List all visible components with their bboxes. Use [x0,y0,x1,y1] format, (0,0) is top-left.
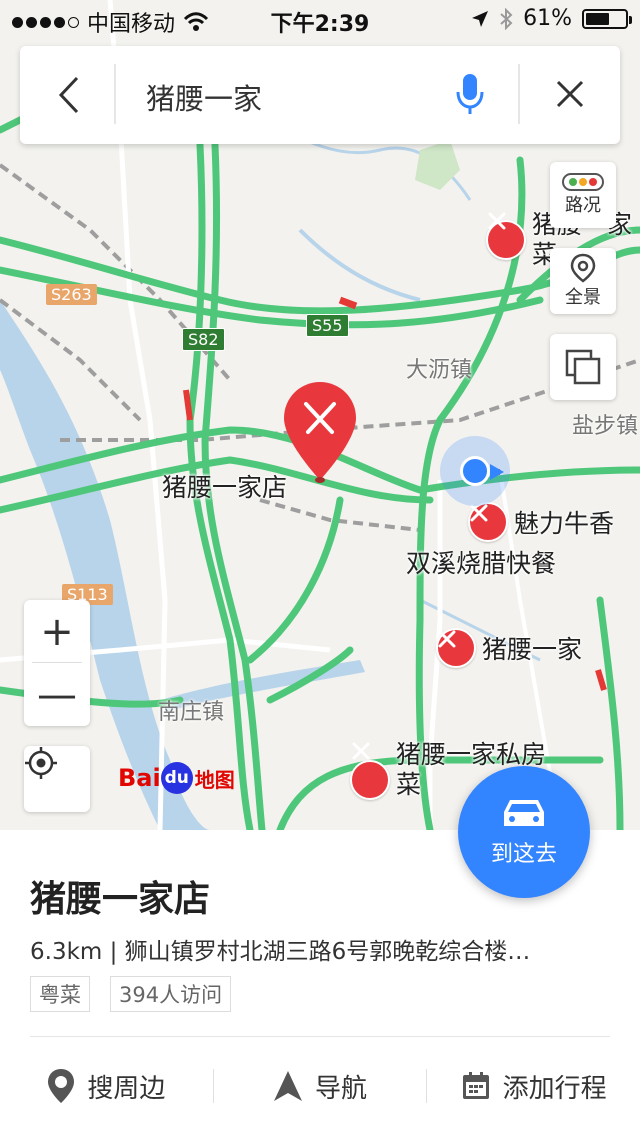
add-itinerary-button[interactable]: 添加行程 [427,1068,640,1105]
map-pin-icon [284,382,356,483]
navigation-label: 导航 [315,1073,368,1104]
traffic-label: 路况 [565,195,601,216]
poi-marker[interactable]: 魅力牛香 [468,502,614,542]
status-bar: 中国移动 下午2:39 61% [0,0,640,40]
search-nearby-label: 搜周边 [87,1073,166,1104]
traffic-light-icon [562,173,604,191]
bluetooth-icon [500,7,513,30]
map-label-nanzhuang: 南庄镇 [158,700,225,725]
action-bar: 搜周边 导航 添加行程 [0,1038,640,1134]
layers-button[interactable] [550,334,616,400]
search-nearby-button[interactable]: 搜周边 [0,1068,213,1105]
restaurant-icon [468,502,508,542]
poi-label: 猪腰一家 [482,635,583,664]
back-button[interactable] [44,70,94,120]
restaurant-icon [486,212,526,260]
search-separator [518,64,520,124]
search-bar: 猪腰一家 [20,46,620,144]
go-here-button[interactable]: 到这去 [458,766,590,898]
zoom-in-button[interactable]: + [24,600,90,663]
close-button[interactable] [548,72,592,120]
restaurant-icon [350,742,390,800]
poi-label-standalone[interactable]: 双溪烧腊快餐 [406,544,556,580]
add-itinerary-label: 添加行程 [502,1073,607,1104]
battery-percent: 61% [523,6,572,31]
paw-icon: du [160,762,193,794]
map-label-yanbu: 盐步镇 [572,414,639,439]
logo-text: 地图 [194,767,235,792]
poi-label: 魅力牛香 [514,509,615,538]
cuisine-tag: 粤菜 [30,976,90,1012]
navigation-arrow-icon [274,1071,302,1101]
location-pin-icon [570,253,596,283]
zoom-control: + — [24,600,90,726]
road-shield: S55 [306,314,349,337]
panorama-button[interactable]: 全景 [550,248,616,314]
selected-place-pin[interactable] [282,380,358,486]
navigation-button[interactable]: 导航 [214,1068,427,1105]
search-separator [114,64,116,124]
nearby-pin-icon [48,1069,75,1103]
map-label-dali: 大沥镇 [406,358,473,383]
baidu-map-logo: Bai du 地图 [118,762,235,794]
zoom-out-button[interactable]: — [24,663,90,726]
chevron-left-icon [58,76,79,114]
selected-place-label: 猪腰一家店 [162,473,288,502]
close-icon [556,80,584,108]
panorama-label: 全景 [565,287,601,308]
restaurant-icon [436,628,476,668]
layers-icon [565,349,601,385]
search-input[interactable]: 猪腰一家 [146,76,262,118]
battery-level [586,12,610,25]
locate-me-button[interactable] [24,746,90,812]
current-location-marker [440,436,510,506]
go-here-label: 到这去 [490,842,557,867]
voice-search-button[interactable] [456,72,484,120]
visits-tag: 394人访问 [110,976,232,1012]
calendar-icon [462,1072,489,1099]
car-icon [504,800,544,826]
battery-icon [582,8,632,29]
poi-marker[interactable]: 猪腰一家 [436,628,582,668]
microphone-icon [456,74,484,114]
crosshair-icon [25,747,57,779]
traffic-toggle-button[interactable]: 路况 [550,162,616,228]
place-title: 猪腰一家店 [30,879,211,920]
zoom-divider [32,662,82,663]
road-shield: S263 [46,284,97,305]
road-shield: S82 [182,328,225,351]
location-arrow-icon [472,10,489,27]
panel-divider [30,1036,610,1037]
place-distance-address: 6.3km | 狮山镇罗村北湖三路6号郭晚乾综合楼… [30,939,531,965]
logo-brand: Bai [118,764,161,792]
